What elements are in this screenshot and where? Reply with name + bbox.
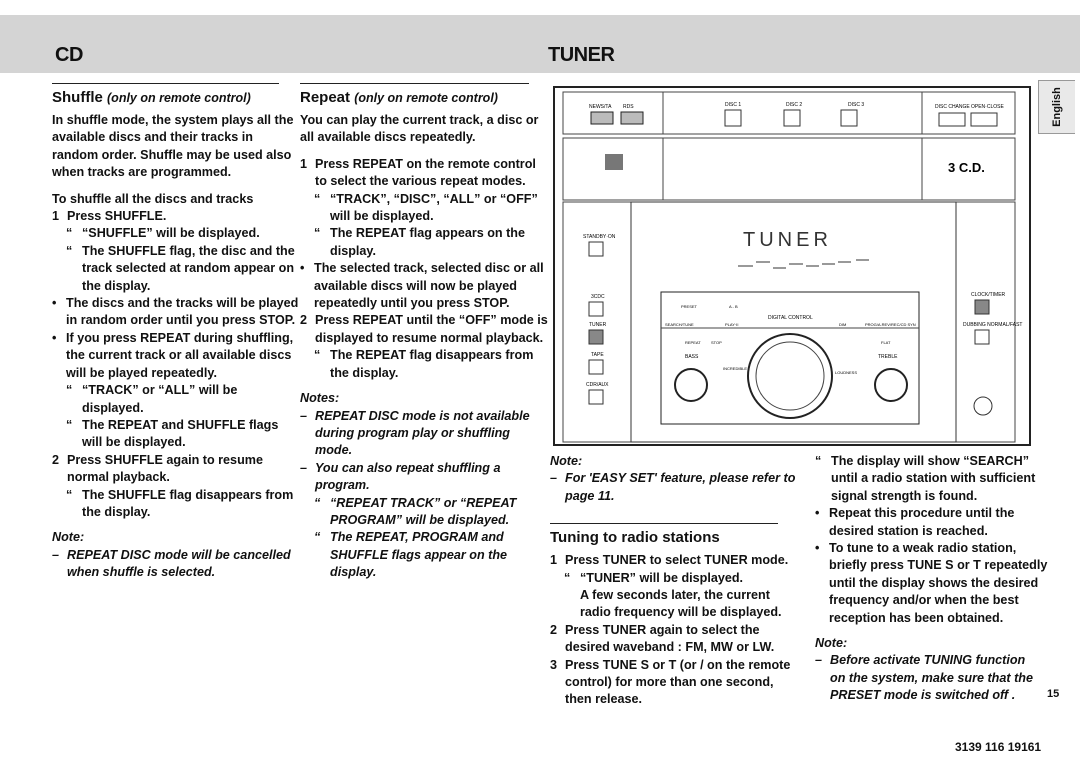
- repeat-section: Repeat (only on remote control) You can …: [300, 88, 550, 582]
- repeat-subtitle: (only on remote control): [354, 91, 498, 105]
- language-tab: English: [1038, 80, 1075, 134]
- label-dubbing: DUBBING NORMAL/FAST: [963, 322, 1022, 328]
- step: 1 Press SHUFFLE.: [52, 209, 167, 224]
- label-flat: FLAT: [881, 340, 891, 345]
- step: 2 Press SHUFFLE again to resume normal pl…: [52, 452, 263, 485]
- label-treble: TREBLE: [878, 354, 898, 360]
- label-clock-timer: CLOCK/TIMER: [971, 292, 1006, 298]
- step: 2 Press TUNER again to select the desired…: [550, 622, 775, 655]
- divider: [550, 505, 778, 525]
- label-disc2: DISC 2: [786, 102, 802, 108]
- result: ““SHUFFLE” will be displayed.: [66, 226, 260, 241]
- label-loudness: LOUDNESS: [835, 370, 857, 375]
- volume-knob: [747, 333, 833, 419]
- bullet: • To tune to a weak radio station, briefl…: [815, 541, 1048, 625]
- bullet: • The discs and the tracks will be played…: [52, 296, 299, 328]
- shuffle-section: Shuffle (only on remote control) In shuf…: [52, 88, 302, 582]
- rds-button: [620, 111, 644, 125]
- manual-page: CD TUNER English Shuffle (only on remote…: [0, 0, 1080, 762]
- header-band: [0, 15, 1080, 73]
- tuner-section-continued: “The display will show “SEARCH” until a …: [815, 453, 1055, 705]
- label-tuner: TUNER: [589, 322, 607, 328]
- step: 1 Press TUNER to select TUNER mode.: [550, 553, 789, 568]
- compact-disc-logo: [605, 154, 623, 170]
- label-standby: STANDBY·ON: [583, 234, 616, 240]
- label-play-pause: PLAY·II: [725, 322, 739, 327]
- label-bass: BASS: [685, 354, 699, 360]
- step: 1 Press REPEAT on the remote control to s…: [300, 156, 536, 189]
- notes-label: Notes:: [300, 391, 340, 406]
- label-disc1: DISC 1: [725, 102, 741, 108]
- tuning-heading: Tuning to radio stations: [550, 529, 720, 547]
- label-disc3: DISC 3: [848, 102, 864, 108]
- result: “The REPEAT flag appears on the display.: [314, 226, 525, 258]
- shuffle-heading: Shuffle (only on remote control): [52, 88, 302, 108]
- label-disc-change: DISC CHANGE: [935, 104, 970, 110]
- note-label: Note:: [815, 636, 848, 651]
- tuner-button: [588, 329, 604, 345]
- result: ““TRACK”, “DISC”, “ALL” or “OFF” will be…: [314, 191, 538, 224]
- label-open-close: OPEN·CLOSE: [971, 104, 1004, 110]
- divider: [300, 83, 529, 84]
- clock-timer-button: [974, 299, 990, 315]
- repeat-intro: You can play the current track, a disc o…: [300, 113, 539, 145]
- document-code: 3139 116 19161: [955, 740, 1042, 754]
- page-number: 15: [1047, 688, 1060, 700]
- label-stop: STOP: [711, 340, 722, 345]
- label-repeat: REPEAT: [685, 340, 701, 345]
- step: 2 Press REPEAT until the “OFF” mode is di…: [300, 313, 548, 345]
- label-search-tune: SEARCH/TUNE: [665, 322, 694, 327]
- bullet: • The selected track, selected disc or al…: [300, 261, 544, 311]
- result: “The REPEAT and SHUFFLE flags will be di…: [66, 417, 279, 450]
- news-ta-button: [590, 111, 614, 125]
- device-front-panel-illustration: NEWS/TA RDS DISC 1 DISC 2 DISC 3 DISC CH…: [553, 86, 1031, 446]
- label-dim: DIM: [839, 322, 846, 327]
- label-tape: TAPE: [591, 352, 604, 358]
- label-news-ta: NEWS/TA: [589, 104, 612, 110]
- label-rds: RDS: [623, 104, 634, 110]
- display-readout: TUNER: [743, 229, 832, 251]
- brand-mark: 3 C.D.: [948, 160, 985, 175]
- result: “The SHUFFLE flag, the disc and the trac…: [66, 243, 295, 293]
- label-digital-control: DIGITAL CONTROL: [768, 315, 813, 321]
- note: – REPEAT DISC mode will be cancelled when…: [52, 547, 291, 580]
- note: – You can also repeat shuffling a program…: [300, 460, 501, 493]
- result: ““TRACK” or “ALL” will be displayed.: [66, 383, 238, 415]
- result: ““TUNER” will be displayed.: [564, 570, 744, 585]
- shuffle-subtitle: (only on remote control): [107, 91, 251, 105]
- language-tab-label: English: [1051, 87, 1063, 127]
- result: “The SHUFFLE flag disappears from the di…: [66, 487, 294, 519]
- tuner-section: Note: – For 'EASY SET' feature, please re…: [550, 453, 802, 709]
- label-a-b: A - B: [729, 304, 738, 309]
- shuffle-subhead: To shuffle all the discs and tracks: [52, 191, 254, 206]
- note: – For 'EASY SET' feature, please refer to…: [550, 471, 796, 503]
- repeat-heading: Repeat (only on remote control): [300, 88, 550, 108]
- note: – Before activate TUNING function on the …: [815, 653, 1033, 703]
- label-3cdc: 3CDC: [591, 294, 605, 300]
- result: ““REPEAT TRACK” or “REPEAT PROGRAM” will…: [314, 495, 517, 527]
- label-cdr-aux: CDR/AUX: [586, 382, 609, 388]
- result: “The REPEAT, PROGRAM and SHUFFLE flags a…: [314, 530, 508, 580]
- section-title-tuner: TUNER: [548, 44, 615, 66]
- shuffle-title: Shuffle: [52, 89, 103, 106]
- result: “The display will show “SEARCH” until a …: [815, 454, 1036, 503]
- label-preset: PRESET: [681, 304, 698, 309]
- label-prog: PROG/A.REV/REC/CD SYN: [865, 322, 916, 327]
- shuffle-intro: In shuffle mode, the system plays all th…: [52, 113, 294, 180]
- repeat-title: Repeat: [300, 89, 351, 106]
- bullet: • Repeat this procedure until the desired…: [815, 506, 1015, 538]
- result-detail: A few seconds later, the current radio f…: [580, 588, 782, 620]
- result: “The REPEAT flag disappears from the dis…: [314, 348, 534, 380]
- step: 3 Press TUNE S or T (or / on the remote c…: [550, 657, 791, 707]
- note-label: Note:: [550, 454, 583, 468]
- divider: [52, 83, 279, 84]
- bullet: • If you press REPEAT during shuffling, t…: [52, 330, 294, 380]
- note: – REPEAT DISC mode is not available durin…: [300, 408, 530, 458]
- section-title-cd: CD: [55, 44, 83, 66]
- note-label: Note:: [52, 530, 85, 545]
